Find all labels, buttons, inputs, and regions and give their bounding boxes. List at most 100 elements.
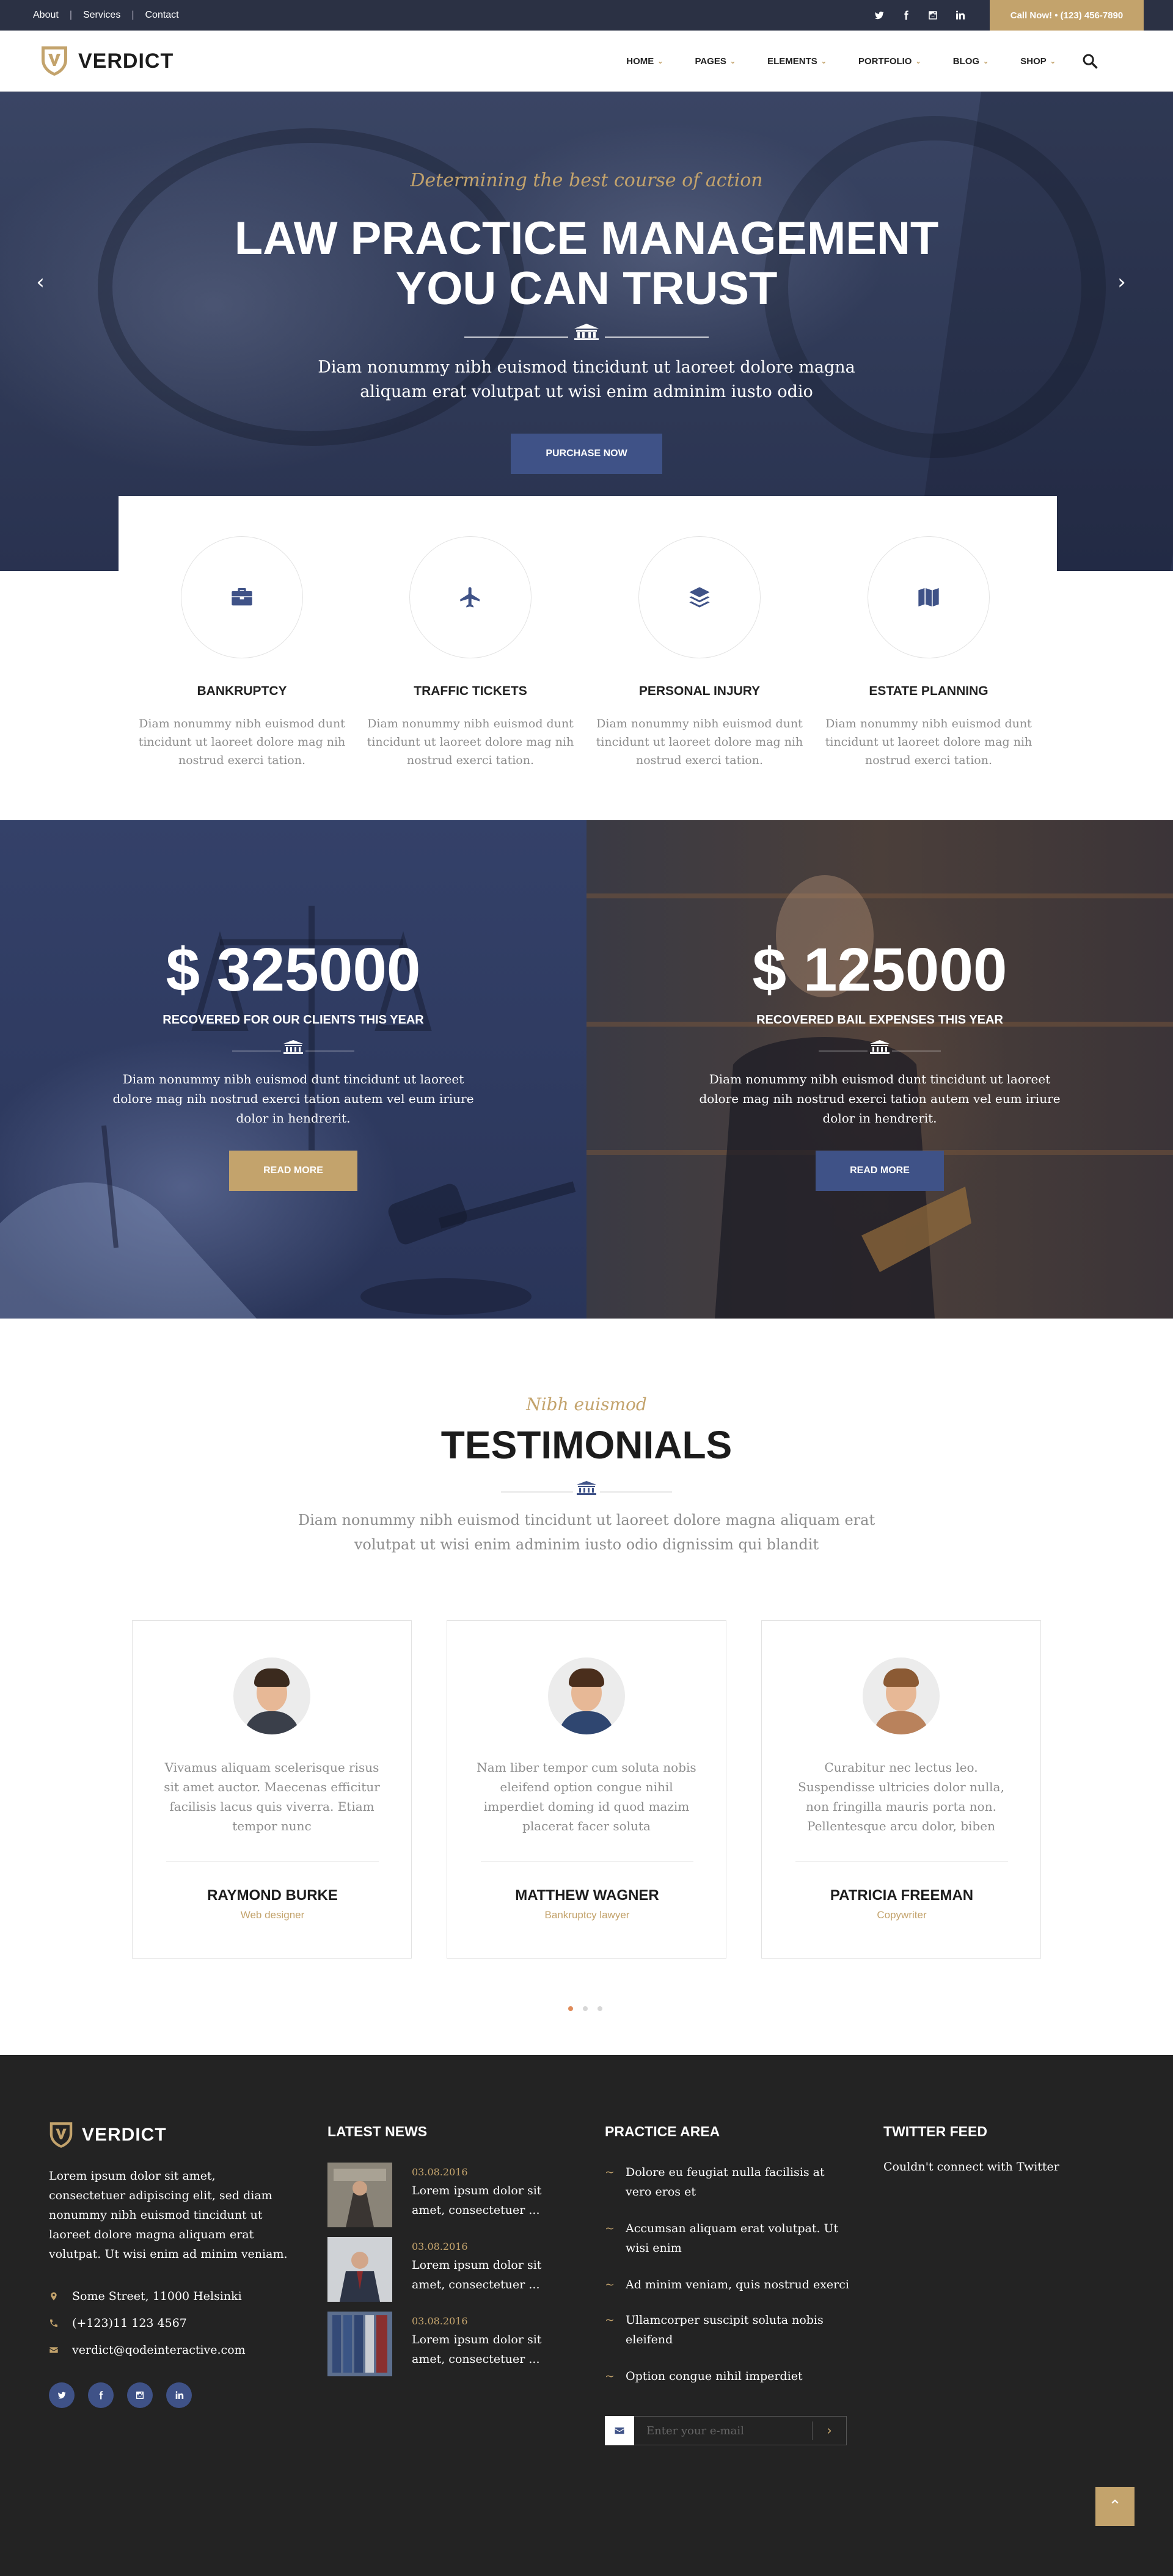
nav-item-home[interactable]: HOME ⌄ (626, 56, 663, 67)
chevron-down-icon: ⌄ (915, 57, 921, 65)
practice-area-label: Dolore eu feugiat nulla facilisis at ver… (626, 2166, 825, 2199)
stat-amount: $ 125000 (752, 936, 1007, 1004)
practice-area-link[interactable]: ~ Ad minim veniam, quis nostrud exerci (605, 2275, 849, 2294)
hero-text-line: aliquam erat volutpat ut wisi enim admin… (360, 382, 813, 401)
courthouse-divider-icon (819, 1040, 941, 1054)
nav-label: PAGES (695, 56, 726, 67)
footer-email[interactable]: verdict@qodeinteractive.com (49, 2343, 246, 2357)
nav-item-blog[interactable]: BLOG ⌄ (953, 56, 989, 67)
nav-item-elements[interactable]: ELEMENTS ⌄ (767, 56, 827, 67)
nav-item-portfolio[interactable]: PORTFOLIO ⌄ (858, 56, 921, 67)
news-item[interactable]: 03.08.2016 Lorem ipsum dolor sit amet, c… (327, 2237, 560, 2304)
twitter-feed-heading: TWITTER FEED (883, 2123, 987, 2139)
nav-item-pages[interactable]: PAGES ⌄ (695, 56, 736, 67)
avatar (548, 1657, 625, 1734)
twitter-icon[interactable] (874, 10, 885, 21)
search-icon[interactable] (1081, 53, 1098, 70)
tilde-bullet-icon: ~ (605, 2370, 615, 2383)
news-thumbnail (327, 2237, 392, 2302)
practice-area-link[interactable]: ~ Accumsan aliquam erat volutpat. Ut wisi… (605, 2219, 849, 2258)
separator: | (131, 10, 134, 20)
news-thumbnail (327, 2312, 392, 2376)
instagram-icon[interactable] (127, 2382, 153, 2408)
facebook-icon[interactable] (901, 10, 912, 21)
icon-circle (409, 536, 532, 658)
top-link-about[interactable]: About (33, 10, 59, 21)
briefcase-icon (232, 588, 252, 606)
nav-label: SHOP (1020, 56, 1047, 67)
submit-arrow-icon[interactable]: › (812, 2421, 846, 2440)
testimonial-role: Web designer (240, 1909, 305, 1921)
chevron-down-icon: ⌄ (657, 57, 663, 65)
practice-area-link[interactable]: ~ Dolore eu feugiat nulla facilisis at ve… (605, 2163, 849, 2202)
footer-social (49, 2382, 192, 2408)
section-subtitle: Nibh euismod (526, 1394, 647, 1414)
stat-block-clients: $ 325000 RECOVERED FOR OUR CLIENTS THIS … (0, 820, 586, 1319)
read-more-button[interactable]: READ MORE (816, 1151, 944, 1191)
stat-amount: $ 325000 (166, 936, 421, 1004)
tilde-bullet-icon: ~ (605, 2166, 615, 2179)
footer-logo[interactable]: VERDICT (49, 2121, 167, 2149)
top-link-services[interactable]: Services (83, 10, 120, 21)
practice-item-bankruptcy[interactable]: BANKRUPTCY Diam nonummy nibh euismod dun… (138, 536, 346, 770)
testimonial-name: PATRICIA FREEMAN (830, 1887, 974, 1904)
practice-area-heading: PRACTICE AREA (605, 2123, 720, 2139)
twitter-icon[interactable] (49, 2382, 75, 2408)
hero-title-line: YOU CAN TRUST (395, 263, 778, 315)
avatar (863, 1657, 940, 1734)
practice-area-link[interactable]: ~ Ullamcorper suscipit soluta nobis eleif… (605, 2310, 849, 2349)
nav-item-shop[interactable]: SHOP ⌄ (1020, 56, 1056, 67)
email-text: verdict@qodeinteractive.com (72, 2343, 246, 2357)
layers-icon (689, 587, 710, 608)
divider (166, 1861, 379, 1862)
envelope-icon (49, 2347, 58, 2353)
stat-text: Diam nonummy nibh euismod dunt tincidunt… (112, 1072, 474, 1126)
carousel-dot[interactable] (583, 2006, 588, 2011)
map-icon (918, 588, 939, 606)
back-to-top-button[interactable]: ⌃ (1095, 2487, 1135, 2526)
practice-area-link[interactable]: ~ Option congue nihil imperdiet (605, 2367, 849, 2386)
practice-title: TRAFFIC TICKETS (414, 684, 527, 698)
top-links: About | Services | Contact (33, 0, 179, 31)
top-link-contact[interactable]: Contact (145, 10, 178, 21)
hand-writing-image (0, 1125, 257, 1319)
carousel-dot[interactable] (568, 2006, 573, 2011)
read-more-button[interactable]: READ MORE (229, 1151, 357, 1191)
site-footer: VERDICT Lorem ipsum dolor sit amet, cons… (0, 2055, 1173, 2576)
practice-title: BANKRUPTCY (197, 684, 287, 698)
linkedin-icon[interactable] (166, 2382, 192, 2408)
icon-circle (868, 536, 990, 658)
nav-label: BLOG (952, 56, 980, 67)
envelope-icon (605, 2415, 634, 2445)
instagram-icon[interactable] (927, 10, 938, 21)
logo[interactable]: VERDICT (40, 45, 174, 77)
practice-area-label: Accumsan aliquam erat volutpat. Ut wisi … (626, 2222, 839, 2255)
icon-circle (638, 536, 761, 658)
phone-text: (+123)11 123 4567 (72, 2316, 187, 2330)
practice-item-estate-planning[interactable]: ESTATE PLANNING Diam nonummy nibh euismo… (825, 536, 1032, 770)
practice-area-label: Ullamcorper suscipit soluta nobis eleife… (626, 2313, 824, 2346)
news-item[interactable]: 03.08.2016 Lorem ipsum dolor sit amet, c… (327, 2163, 560, 2230)
call-now-button[interactable]: Call Now! • (123) 456-7890 (990, 0, 1144, 31)
testimonial-card: Nam liber tempor cum soluta nobis eleife… (447, 1620, 726, 1959)
chevron-down-icon: ⌄ (729, 57, 736, 65)
stat-text: Diam nonummy nibh euismod dunt tincidunt… (699, 1072, 1061, 1126)
chevron-down-icon: ⌄ (820, 57, 827, 65)
stat-block-bail: $ 125000 RECOVERED BAIL EXPENSES THIS YE… (586, 820, 1173, 1319)
testimonial-card: Vivamus aliquam scelerisque risus sit am… (132, 1620, 412, 1959)
footer-address: Some Street, 11000 Helsinki (49, 2290, 242, 2303)
practice-item-personal-injury[interactable]: PERSONAL INJURY Diam nonummy nibh euismo… (596, 536, 803, 770)
linkedin-icon[interactable] (954, 10, 965, 21)
practice-item-traffic-tickets[interactable]: TRAFFIC TICKETS Diam nonummy nibh euismo… (367, 536, 574, 770)
stat-label: RECOVERED FOR OUR CLIENTS THIS YEAR (163, 1013, 424, 1027)
practice-text: Diam nonummy nibh euismod dunt tincidunt… (367, 717, 574, 767)
practice-text: Diam nonummy nibh euismod dunt tincidunt… (825, 717, 1032, 767)
news-date: 03.08.2016 (412, 2241, 468, 2252)
divider (795, 1861, 1008, 1862)
facebook-icon[interactable] (88, 2382, 114, 2408)
news-item[interactable]: 03.08.2016 Lorem ipsum dolor sit amet, c… (327, 2312, 560, 2379)
newsletter-email-input[interactable] (634, 2417, 812, 2445)
purchase-now-button[interactable]: PURCHASE NOW (511, 434, 662, 474)
carousel-dot[interactable] (597, 2006, 602, 2011)
footer-phone: (+123)11 123 4567 (49, 2316, 187, 2330)
